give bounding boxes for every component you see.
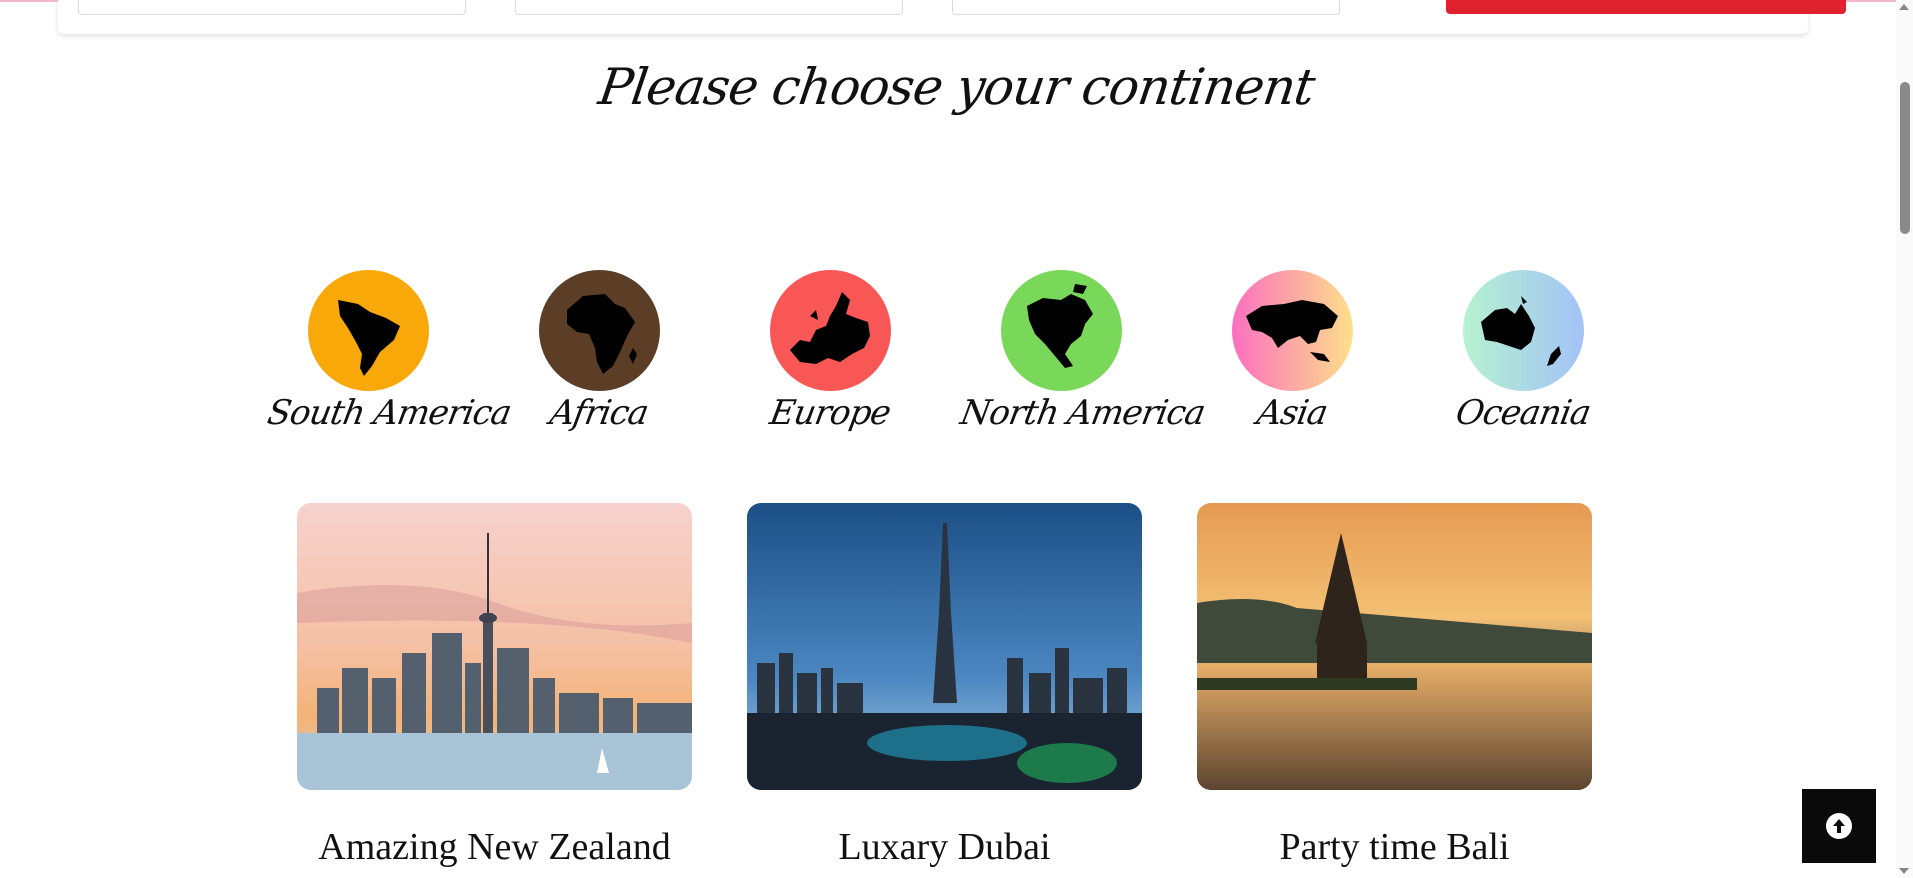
destination-card-new-zealand[interactable] bbox=[297, 503, 692, 790]
asia-map-icon bbox=[1231, 270, 1353, 391]
arrow-up-circle-icon bbox=[1826, 813, 1852, 839]
europe-map-icon bbox=[769, 270, 891, 391]
continent-asia[interactable]: Asia bbox=[1192, 270, 1392, 433]
scroll-up-arrow-icon[interactable] bbox=[1899, 4, 1909, 10]
continent-label: South America bbox=[264, 393, 514, 433]
continent-label: Europe bbox=[766, 393, 894, 433]
continent-north-america[interactable]: North America bbox=[957, 270, 1208, 433]
continent-label: Oceania bbox=[1452, 393, 1594, 433]
destination-card-dubai[interactable] bbox=[747, 503, 1142, 790]
search-field-2[interactable] bbox=[515, 0, 903, 15]
destination-card-bali[interactable] bbox=[1197, 503, 1592, 790]
search-button[interactable] bbox=[1446, 0, 1846, 14]
south-america-map-icon bbox=[307, 270, 429, 391]
new-zealand-photo[interactable] bbox=[297, 503, 692, 790]
continent-label: Africa bbox=[546, 393, 652, 433]
continent-africa[interactable]: Africa bbox=[499, 270, 699, 433]
continent-label: Asia bbox=[1253, 393, 1331, 433]
scroll-down-arrow-icon[interactable] bbox=[1899, 868, 1909, 874]
search-field-1[interactable] bbox=[78, 0, 466, 15]
africa-map-icon bbox=[538, 270, 660, 391]
bali-photo[interactable] bbox=[1197, 503, 1592, 790]
page-scrollbar[interactable] bbox=[1896, 0, 1913, 878]
search-panel bbox=[58, 0, 1846, 34]
north-america-map-icon bbox=[1000, 270, 1122, 391]
card-title[interactable]: Luxary Dubai bbox=[747, 825, 1142, 869]
back-to-top-button[interactable] bbox=[1802, 789, 1876, 863]
search-field-3[interactable] bbox=[952, 0, 1340, 15]
page-heading: Please choose your continent bbox=[595, 58, 1318, 116]
continent-oceania[interactable]: Oceania bbox=[1423, 270, 1623, 433]
continent-europe[interactable]: Europe bbox=[730, 270, 930, 433]
card-title[interactable]: Amazing New Zealand bbox=[297, 825, 692, 869]
card-title[interactable]: Party time Bali bbox=[1197, 825, 1592, 869]
oceania-map-icon bbox=[1462, 270, 1584, 391]
continent-south-america[interactable]: South America bbox=[264, 270, 514, 433]
dubai-photo[interactable] bbox=[747, 503, 1142, 790]
scroll-thumb[interactable] bbox=[1900, 82, 1910, 234]
continent-label: North America bbox=[957, 393, 1208, 433]
